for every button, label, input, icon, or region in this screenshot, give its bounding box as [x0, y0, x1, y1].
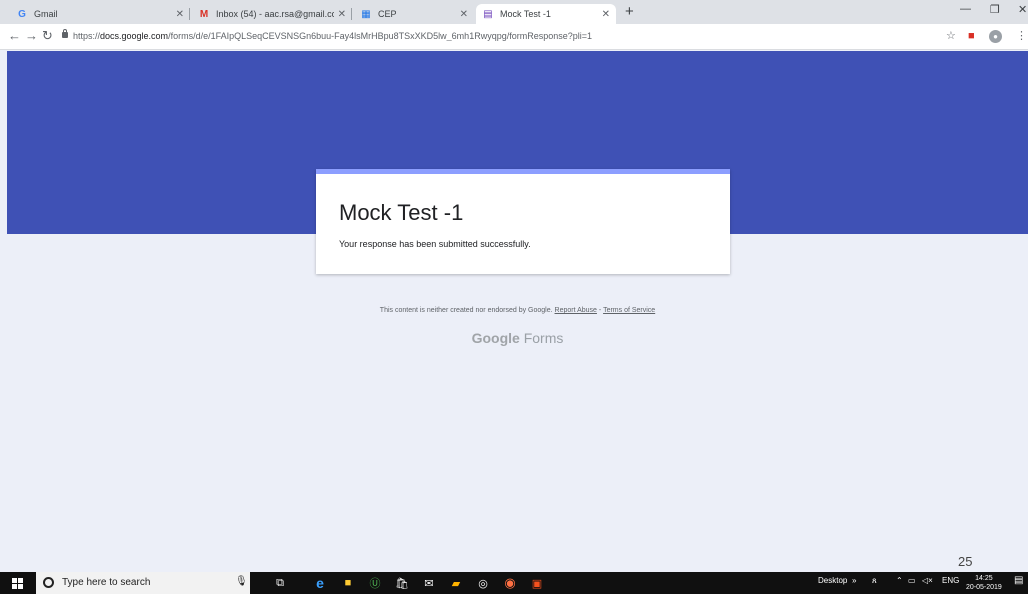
gmail-icon: M [199, 8, 209, 20]
menu-icon[interactable]: ⋮ [1016, 30, 1027, 42]
file-explorer-icon[interactable]: ■ [340, 575, 356, 591]
notifications-icon[interactable]: ▤ [1014, 575, 1023, 586]
desktop-toolbar[interactable]: Desktop [818, 576, 847, 585]
forward-icon[interactable]: → [25, 29, 38, 43]
mail-icon[interactable]: ✉ [421, 575, 437, 591]
close-icon[interactable]: ✕ [602, 9, 610, 20]
microphone-icon[interactable]: 🎙︎ [235, 576, 248, 587]
edge-icon[interactable]: e [312, 575, 328, 591]
confirmation-message: Your response has been submitted success… [339, 239, 531, 249]
windows-taskbar: Type here to search 🎙︎ ⧉ e ■ Ⓤ 🛍︎ ✉ ▰ ◎ … [0, 572, 1028, 594]
tab-mock-test[interactable]: ▤ Mock Test -1 ✕ [476, 4, 616, 24]
taskbar-search[interactable]: Type here to search 🎙︎ [36, 572, 250, 594]
address-bar[interactable]: https://docs.google.com/forms/d/e/1FAIpQ… [73, 31, 633, 41]
close-icon[interactable]: ✕ [460, 9, 468, 20]
system-clock[interactable]: 14:25 20-05-2019 [966, 574, 1002, 592]
restore-icon[interactable]: ❐ [990, 3, 1000, 16]
chevron-icon[interactable]: » [852, 576, 856, 585]
media-icon[interactable]: ◎ [475, 575, 491, 591]
classroom-icon: ▦ [361, 8, 371, 20]
folder-icon[interactable]: ▰ [448, 575, 464, 591]
new-tab-button[interactable]: + [625, 4, 634, 20]
tray-overflow-icon[interactable]: ⌃ [896, 576, 903, 585]
task-view-icon[interactable]: ⧉ [272, 575, 288, 591]
page-number: 25 [958, 554, 973, 569]
lock-icon [62, 29, 68, 38]
search-placeholder: Type here to search [62, 577, 151, 588]
browser-tab-strip: G Gmail ✕ M Inbox (54) - aac.rsa@gmail.c… [0, 0, 1028, 24]
form-title: Mock Test -1 [339, 200, 464, 225]
windows-start-icon[interactable] [12, 578, 23, 589]
tab-label: Mock Test -1 [500, 9, 551, 19]
report-abuse-link[interactable]: Report Abuse [555, 307, 597, 314]
extension-icon[interactable]: ■ [968, 30, 975, 42]
google-forms-logo[interactable]: Google Forms [7, 330, 1028, 346]
tab-gmail[interactable]: G Gmail ✕ [10, 4, 190, 24]
bookmark-star-icon[interactable]: ☆ [946, 30, 956, 42]
tab-label: Inbox (54) - aac.rsa@gmail.com [216, 9, 334, 19]
profile-avatar-icon[interactable]: ● [989, 30, 1002, 43]
tab-label: Gmail [34, 9, 58, 19]
confirmation-card: Mock Test -1 Your response has been subm… [316, 169, 730, 274]
chrome-icon[interactable]: ◉ [502, 575, 518, 591]
close-window-icon[interactable]: ✕ [1018, 3, 1027, 16]
people-icon[interactable]: ጸ [872, 576, 877, 586]
app-icon[interactable]: Ⓤ [367, 575, 383, 591]
presentation-app-icon[interactable]: ▣ [529, 575, 545, 591]
cortana-icon [43, 577, 54, 588]
network-icon[interactable]: ▭ [908, 576, 916, 585]
terms-of-service-link[interactable]: Terms of Service [603, 307, 655, 314]
tab-label: CEP [378, 9, 397, 19]
minimize-icon[interactable]: — [960, 3, 971, 15]
language-indicator[interactable]: ENG [942, 576, 959, 585]
disclaimer: This content is neither created nor endo… [379, 307, 656, 314]
back-icon[interactable]: ← [8, 29, 21, 43]
reload-icon[interactable]: ↻ [42, 29, 53, 43]
store-icon[interactable]: 🛍︎ [394, 575, 410, 591]
close-icon[interactable]: ✕ [176, 9, 184, 20]
browser-toolbar: ← → ↻ https://docs.google.com/forms/d/e/… [0, 24, 1028, 50]
page-content: Mock Test -1 Your response has been subm… [7, 51, 1028, 572]
forms-icon: ▤ [483, 8, 493, 20]
tab-inbox[interactable]: M Inbox (54) - aac.rsa@gmail.com ✕ [192, 4, 352, 24]
google-icon: G [18, 8, 26, 20]
close-icon[interactable]: ✕ [338, 9, 346, 20]
volume-icon[interactable]: ◁× [922, 576, 933, 585]
tab-cep[interactable]: ▦ CEP ✕ [354, 4, 474, 24]
